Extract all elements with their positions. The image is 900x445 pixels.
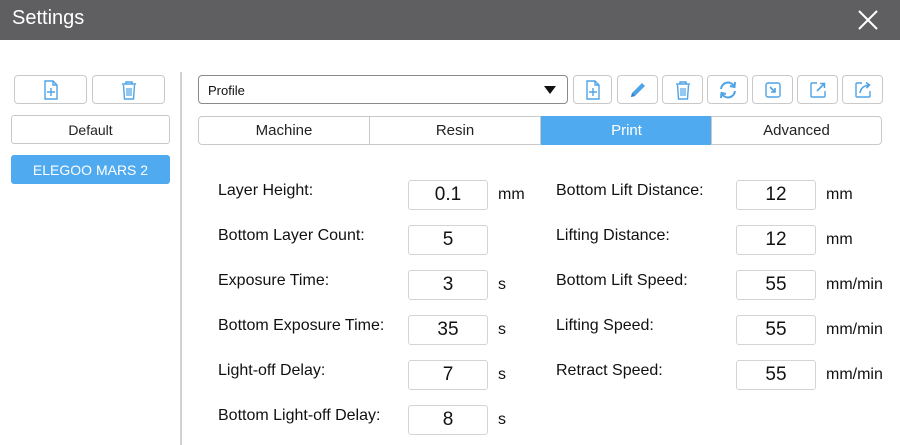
retract-speed-label: Retract Speed: [556, 362, 663, 379]
share-icon [854, 81, 871, 98]
lifting-distance-label: Lifting Distance: [556, 227, 670, 244]
bottom-lift-speed-label: Bottom Lift Speed: [556, 272, 688, 289]
add-profile-button[interactable] [573, 75, 612, 104]
lifting-speed-label: Lifting Speed: [556, 317, 654, 334]
bottom-exposure-time-label: Bottom Exposure Time: [218, 317, 385, 334]
profile-item-default[interactable]: Default [11, 115, 170, 144]
trash-icon [121, 80, 136, 100]
close-icon [858, 10, 878, 30]
lifting-distance-field[interactable]: 12 [736, 225, 816, 255]
pencil-icon [630, 82, 645, 97]
tab-machine[interactable]: Machine [198, 116, 370, 145]
bottom-layer-count-field[interactable]: 5 [408, 225, 488, 255]
bottom-exposure-time-field[interactable]: 35 [408, 315, 488, 345]
profile-select-value: Profile [208, 83, 245, 98]
sidebar-divider [180, 72, 182, 445]
add-file-icon [43, 79, 58, 100]
layer-height-unit: mm [498, 186, 525, 203]
light-off-delay-unit: s [498, 366, 506, 383]
tab-advanced[interactable]: Advanced [711, 116, 882, 145]
bottom-lift-distance-unit: mm [826, 186, 853, 203]
tab-print[interactable]: Print [541, 116, 712, 145]
profile-item-elegoo-mars-2[interactable]: ELEGOO MARS 2 [11, 155, 170, 184]
trash-icon [675, 80, 690, 100]
title-bar: Settings [0, 0, 900, 40]
retract-speed-unit: mm/min [826, 366, 883, 383]
light-off-delay-field[interactable]: 7 [408, 360, 488, 390]
bottom-lift-speed-field[interactable]: 55 [736, 270, 816, 300]
exposure-time-label: Exposure Time: [218, 272, 330, 289]
new-profile-button[interactable] [14, 75, 87, 104]
retract-speed-field[interactable]: 55 [736, 360, 816, 390]
chevron-down-icon [544, 86, 556, 94]
export-button[interactable] [797, 75, 838, 104]
delete-profile-button[interactable] [92, 75, 165, 104]
lifting-speed-field[interactable]: 55 [736, 315, 816, 345]
delete-button[interactable] [662, 75, 703, 104]
bottom-layer-count-label: Bottom Layer Count: [218, 227, 365, 244]
exposure-time-field[interactable]: 3 [408, 270, 488, 300]
bottom-light-off-delay-label: Bottom Light-off Delay: [218, 407, 381, 424]
bottom-lift-distance-field[interactable]: 12 [736, 180, 816, 210]
bottom-exposure-time-unit: s [498, 321, 506, 338]
lifting-distance-unit: mm [826, 231, 853, 248]
bottom-light-off-delay-unit: s [498, 411, 506, 428]
profile-select[interactable]: Profile [198, 75, 568, 104]
layer-height-field[interactable]: 0.1 [408, 180, 488, 210]
import-icon [764, 81, 781, 98]
edit-profile-button[interactable] [617, 75, 658, 104]
add-file-icon [585, 79, 600, 100]
bottom-lift-distance-label: Bottom Lift Distance: [556, 182, 704, 199]
import-button[interactable] [752, 75, 793, 104]
close-button[interactable] [852, 4, 884, 36]
tab-resin[interactable]: Resin [369, 116, 541, 145]
refresh-icon [719, 81, 736, 98]
export-icon [809, 81, 826, 98]
layer-height-label: Layer Height: [218, 182, 314, 199]
exposure-time-unit: s [498, 276, 506, 293]
refresh-button[interactable] [707, 75, 748, 104]
lifting-speed-unit: mm/min [826, 321, 883, 338]
bottom-light-off-delay-field[interactable]: 8 [408, 405, 488, 435]
window-title: Settings [12, 7, 85, 29]
share-button[interactable] [842, 75, 883, 104]
bottom-lift-speed-unit: mm/min [826, 276, 883, 293]
light-off-delay-label: Light-off Delay: [218, 362, 326, 379]
